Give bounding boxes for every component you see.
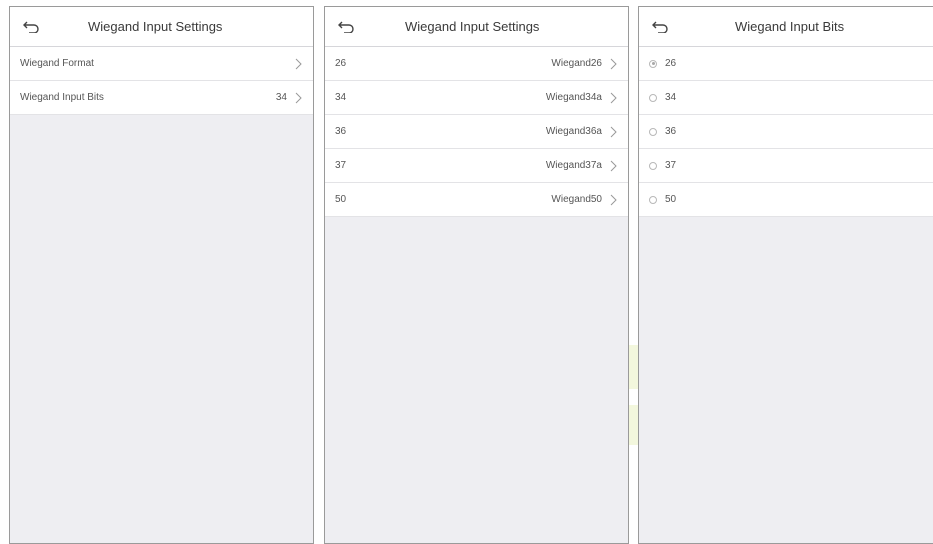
radio-button[interactable] bbox=[649, 127, 657, 136]
list-item-label: 26 bbox=[335, 58, 347, 69]
list-item-value: 34 bbox=[275, 92, 287, 103]
format-item-50[interactable]: 50 Wiegand50 bbox=[325, 183, 628, 217]
screen-header: Wiegand Input Settings bbox=[325, 7, 628, 47]
radio-option-label: 34 bbox=[665, 92, 677, 103]
list-item-label: 34 bbox=[335, 92, 347, 103]
screen-header: Wiegand Input Settings bbox=[10, 7, 313, 47]
list-item-label: Wiegand Input Bits bbox=[20, 92, 104, 103]
list-item-label: Wiegand Format bbox=[20, 58, 94, 69]
wiegand-input-settings-screen: Wiegand Input Settings Wiegand Format Wi… bbox=[9, 6, 314, 544]
back-arrow-icon[interactable] bbox=[649, 17, 671, 37]
list-item-label: 36 bbox=[335, 126, 347, 137]
radio-option-50[interactable]: 50 bbox=[639, 183, 933, 217]
radio-option-label: 50 bbox=[665, 194, 677, 205]
list-item-value: Wiegand34a bbox=[545, 92, 602, 103]
chevron-right-icon bbox=[293, 91, 303, 105]
radio-button[interactable] bbox=[649, 195, 657, 204]
wiegand-input-bits-item[interactable]: Wiegand Input Bits 34 bbox=[10, 81, 313, 115]
radio-button[interactable] bbox=[649, 93, 657, 102]
page-title: Wiegand Input Settings bbox=[88, 19, 223, 34]
wiegand-format-screen: Wiegand Input Settings 26 Wiegand26 34 W… bbox=[324, 6, 629, 544]
radio-option-label: 37 bbox=[665, 160, 677, 171]
wiegand-input-bits-screen: Wiegand Input Bits 26 34 36 37 50 bbox=[638, 6, 933, 544]
chevron-right-icon bbox=[293, 57, 303, 71]
back-arrow-icon[interactable] bbox=[335, 17, 357, 37]
radio-button[interactable] bbox=[649, 161, 657, 170]
radio-option-26[interactable]: 26 bbox=[639, 47, 933, 81]
format-item-34[interactable]: 34 Wiegand34a bbox=[325, 81, 628, 115]
input-bits-radio-list: 26 34 36 37 50 bbox=[639, 47, 933, 217]
radio-option-34[interactable]: 34 bbox=[639, 81, 933, 115]
radio-button-selected[interactable] bbox=[649, 59, 657, 68]
format-list: 26 Wiegand26 34 Wiegand34a 36 Wiegand36a… bbox=[325, 47, 628, 217]
chevron-right-icon bbox=[608, 57, 618, 71]
screen-header: Wiegand Input Bits bbox=[639, 7, 933, 47]
radio-option-label: 26 bbox=[665, 58, 677, 69]
list-item-value: Wiegand37a bbox=[545, 160, 602, 171]
list-item-value: Wiegand50 bbox=[551, 194, 602, 205]
chevron-right-icon bbox=[608, 91, 618, 105]
divider-highlight bbox=[629, 405, 638, 445]
wiegand-format-item[interactable]: Wiegand Format bbox=[10, 47, 313, 81]
chevron-right-icon bbox=[608, 193, 618, 207]
format-item-26[interactable]: 26 Wiegand26 bbox=[325, 47, 628, 81]
list-item-value: Wiegand26 bbox=[551, 58, 602, 69]
divider-highlight bbox=[629, 345, 638, 389]
page-title: Wiegand Input Bits bbox=[735, 19, 845, 34]
settings-list: Wiegand Format Wiegand Input Bits 34 bbox=[10, 47, 313, 115]
list-item-label: 37 bbox=[335, 160, 347, 171]
format-item-37[interactable]: 37 Wiegand37a bbox=[325, 149, 628, 183]
radio-option-37[interactable]: 37 bbox=[639, 149, 933, 183]
format-item-36[interactable]: 36 Wiegand36a bbox=[325, 115, 628, 149]
radio-option-36[interactable]: 36 bbox=[639, 115, 933, 149]
radio-option-label: 36 bbox=[665, 126, 677, 137]
list-item-label: 50 bbox=[335, 194, 347, 205]
chevron-right-icon bbox=[608, 125, 618, 139]
back-arrow-icon[interactable] bbox=[20, 17, 42, 37]
chevron-right-icon bbox=[608, 159, 618, 173]
list-item-value: Wiegand36a bbox=[545, 126, 602, 137]
page-title: Wiegand Input Settings bbox=[405, 19, 540, 34]
